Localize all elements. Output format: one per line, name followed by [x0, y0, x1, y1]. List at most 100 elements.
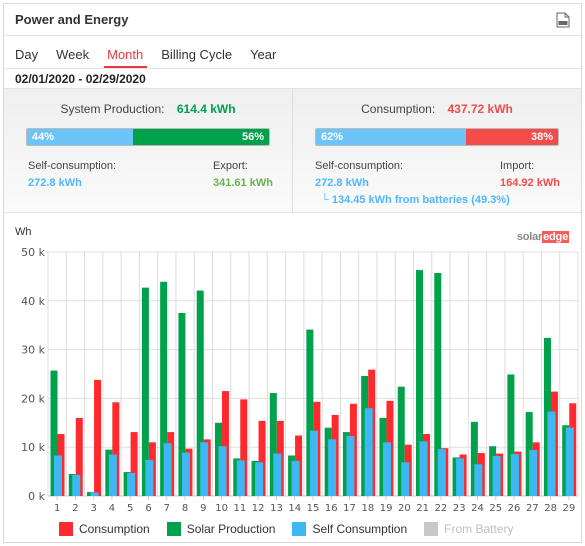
x-tick-label: 14	[288, 503, 301, 514]
y-tick-label: 20 k	[21, 392, 45, 405]
production-value: 614.4 kWh	[176, 102, 236, 116]
bar-self-consumption	[200, 442, 209, 496]
x-tick-label: 2	[72, 503, 78, 514]
bar-self-consumption	[236, 460, 245, 496]
x-tick-label: 25	[489, 503, 502, 514]
battery-contribution: └ 134.45 kWh from batteries (49.3%)	[321, 194, 510, 206]
y-tick-label: 10 k	[21, 441, 45, 454]
x-tick-label: 17	[343, 503, 356, 514]
legend-from-battery[interactable]: From Battery	[424, 522, 514, 536]
consumption-label: Consumption:	[361, 102, 436, 116]
x-tick-label: 23	[453, 503, 466, 514]
consumption-self-label: Self-consumption:	[315, 160, 404, 172]
consumption-value: 437.72 kWh	[447, 102, 513, 116]
y-tick-label: 30 k	[21, 344, 45, 357]
bar-self-consumption	[547, 411, 556, 496]
consumption-summary: Consumption: 437.72 kWh 62% 38% Self-con…	[292, 89, 581, 212]
consumption-split-bar: 62% 38%	[315, 128, 559, 146]
legend-consumption[interactable]: Consumption	[59, 522, 150, 536]
x-tick-label: 21	[416, 503, 429, 514]
production-self-label: Self-consumption:	[28, 160, 117, 172]
consumption-import-segment: 38%	[466, 129, 558, 145]
tab-billing-cycle[interactable]: Billing Cycle	[161, 47, 239, 68]
csv-export-icon[interactable]	[556, 12, 570, 28]
bar-self-consumption	[382, 442, 391, 496]
bar-self-consumption	[127, 473, 136, 496]
x-tick-label: 9	[200, 503, 206, 514]
chart-legend: Consumption Solar Production Self Consum…	[59, 522, 531, 536]
x-tick-label: 4	[109, 503, 115, 514]
bar-self-consumption	[72, 475, 81, 496]
x-tick-label: 5	[127, 503, 133, 514]
bar-consumption	[94, 379, 102, 496]
bar-chart-svg: 0 k10 k20 k30 k40 k50 k1 2 3 4 5 6 7 8 9 10 11 12 13…	[21, 246, 579, 514]
export-label: Export:	[213, 160, 248, 172]
x-tick-label: 7	[164, 503, 170, 514]
x-tick-label: 11	[234, 503, 247, 514]
x-tick-label: 26	[508, 503, 521, 514]
bar-self-consumption	[273, 453, 282, 496]
period-tabs: Day Week Month Billing Cycle Year	[4, 36, 581, 68]
bar-self-consumption	[90, 492, 99, 496]
import-label: Import:	[500, 160, 535, 172]
x-tick-label: 20	[398, 503, 411, 514]
energy-summary: System Production: 614.4 kWh 44% 56% Sel…	[4, 88, 581, 213]
bar-self-consumption	[181, 452, 190, 496]
y-tick-label: 50 k	[21, 246, 45, 259]
legend-solar-production[interactable]: Solar Production	[166, 522, 275, 536]
production-self-segment: 44%	[27, 129, 134, 145]
x-tick-label: 13	[270, 503, 283, 514]
consumption-self-value: 272.8 kWh	[315, 177, 369, 189]
production-summary: System Production: 614.4 kWh 44% 56% Sel…	[4, 89, 292, 212]
bar-self-consumption	[529, 450, 538, 496]
import-value: 164.92 kWh	[500, 177, 560, 189]
legend-self-consumption[interactable]: Self Consumption	[292, 522, 407, 536]
tab-week[interactable]: Week	[56, 47, 96, 68]
x-tick-label: 3	[91, 503, 97, 514]
x-tick-label: 19	[380, 503, 393, 514]
y-tick-label: 0 k	[28, 490, 45, 503]
panel-title: Power and Energy	[15, 12, 129, 27]
bar-self-consumption	[437, 449, 446, 496]
tab-year[interactable]: Year	[250, 47, 283, 68]
bar-self-consumption	[145, 459, 154, 496]
bar-self-consumption	[565, 427, 574, 496]
legend-swatch-production	[166, 522, 181, 536]
x-tick-label: 8	[182, 503, 188, 514]
x-tick-label: 29	[562, 503, 575, 514]
production-label: System Production:	[60, 102, 165, 116]
x-tick-label: 28	[544, 503, 557, 514]
production-split-bar: 44% 56%	[26, 128, 270, 146]
production-self-value: 272.8 kWh	[28, 177, 82, 189]
bar-self-consumption	[419, 441, 428, 496]
bar-self-consumption	[328, 439, 337, 496]
y-tick-label: 40 k	[21, 295, 45, 308]
panel-header: Power and Energy	[4, 4, 581, 36]
bar-self-consumption	[291, 460, 300, 496]
energy-chart: Wh solaredge 0 k 10 k 20 k 30 k 40 k 50 k1234…	[4, 214, 581, 542]
tab-month[interactable]: Month	[104, 47, 150, 68]
bar-self-consumption	[108, 454, 117, 496]
consumption-self-segment: 62%	[316, 129, 467, 145]
bar-self-consumption	[163, 443, 172, 496]
legend-swatch-consumption	[59, 522, 73, 536]
bar-self-consumption	[456, 458, 465, 496]
x-tick-label: 16	[325, 503, 338, 514]
bar-self-consumption	[364, 408, 373, 496]
date-range: 02/01/2020 - 02/29/2020	[4, 68, 581, 88]
production-export-segment: 56%	[133, 129, 269, 145]
bar-self-consumption	[401, 462, 410, 496]
x-tick-label: 22	[435, 503, 448, 514]
x-tick-label: 27	[526, 503, 539, 514]
x-tick-label: 1	[54, 503, 60, 514]
tab-day[interactable]: Day	[15, 47, 45, 68]
bar-self-consumption	[309, 430, 318, 496]
bar-self-consumption	[510, 454, 519, 496]
x-tick-label: 18	[361, 503, 374, 514]
export-value: 341.61 kWh	[213, 177, 273, 189]
x-tick-label: 10	[215, 503, 228, 514]
power-energy-panel: Power and Energy Day Week Month Billing …	[3, 3, 582, 543]
x-tick-label: 12	[252, 503, 265, 514]
bar-self-consumption	[218, 446, 227, 496]
bar-self-consumption	[54, 455, 62, 496]
